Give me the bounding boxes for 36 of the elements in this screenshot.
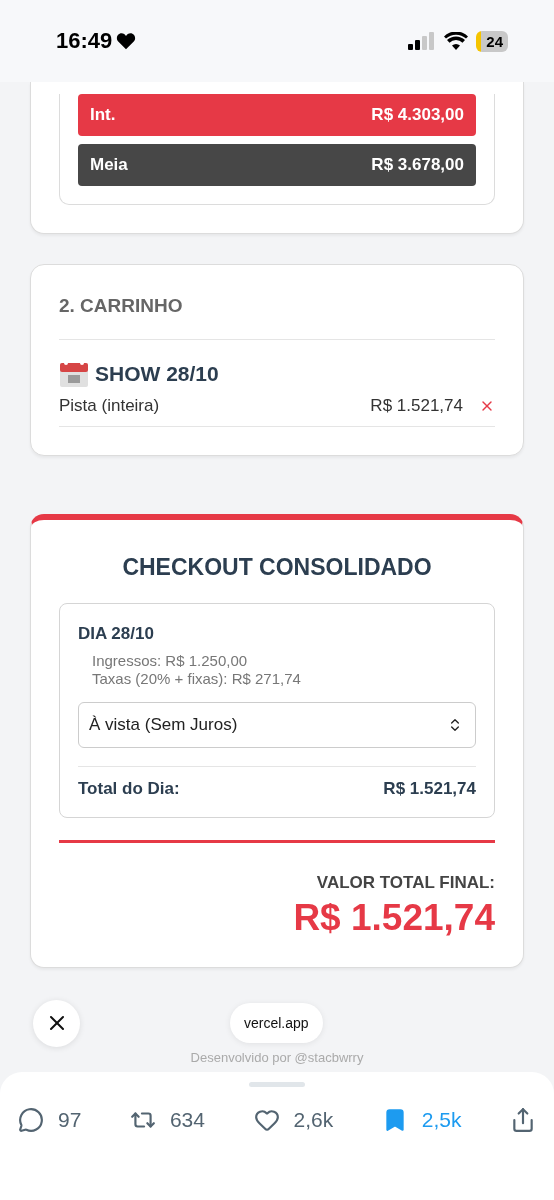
- share-action[interactable]: [510, 1107, 536, 1133]
- item-name: Pista (inteira): [59, 396, 160, 416]
- heart-icon: [116, 32, 137, 50]
- day-total-value: R$ 1.521,74: [383, 779, 476, 799]
- option-price: R$ 4.303,00: [371, 105, 464, 125]
- price-option[interactable]: Meia R$ 3.678,00: [78, 144, 476, 186]
- price-option[interactable]: Int. R$ 4.303,00: [78, 94, 476, 136]
- share-icon: [510, 1107, 536, 1133]
- repost-action[interactable]: 634: [129, 1107, 205, 1133]
- show-title: SHOW 28/10: [95, 362, 219, 386]
- reply-action[interactable]: 97: [18, 1107, 82, 1133]
- heart-icon: [253, 1107, 280, 1133]
- status-time: 16:49: [56, 28, 113, 54]
- calendar-icon: [59, 360, 89, 388]
- item-price: R$ 1.521,74: [370, 396, 463, 416]
- sheet-handle[interactable]: [249, 1082, 305, 1087]
- final-total-label: VALOR TOTAL FINAL:: [315, 873, 495, 893]
- footer-credit: Desenvolvido por @stacbwrry: [190, 1050, 364, 1065]
- domain-pill[interactable]: vercel.app: [230, 1003, 323, 1043]
- signal-icon: [408, 32, 437, 50]
- cart-title: 2. CARRINHO: [59, 295, 495, 340]
- close-button[interactable]: [33, 999, 80, 1047]
- battery-level: 24: [476, 30, 508, 52]
- cost-line: Taxas (20% + fixas): R$ 271,74: [91, 670, 302, 688]
- payment-select[interactable]: À vista (Sem Juros): [78, 702, 476, 748]
- final-total-value: R$ 1.521,74: [292, 897, 495, 939]
- wifi-icon: [444, 32, 469, 50]
- option-price: R$ 3.678,00: [371, 155, 464, 175]
- speech-bubble-icon: [18, 1107, 44, 1133]
- like-action[interactable]: 2,6k: [253, 1107, 334, 1133]
- day-total-label: Total do Dia:: [78, 779, 180, 799]
- checkout-title: CHECKOUT CONSOLIDADO: [121, 554, 433, 581]
- option-label: Meia: [90, 155, 128, 175]
- day-title: DIA 28/10: [78, 624, 155, 644]
- option-label: Int.: [90, 105, 116, 125]
- cost-line: Ingressos: R$ 1.250,00: [91, 652, 249, 670]
